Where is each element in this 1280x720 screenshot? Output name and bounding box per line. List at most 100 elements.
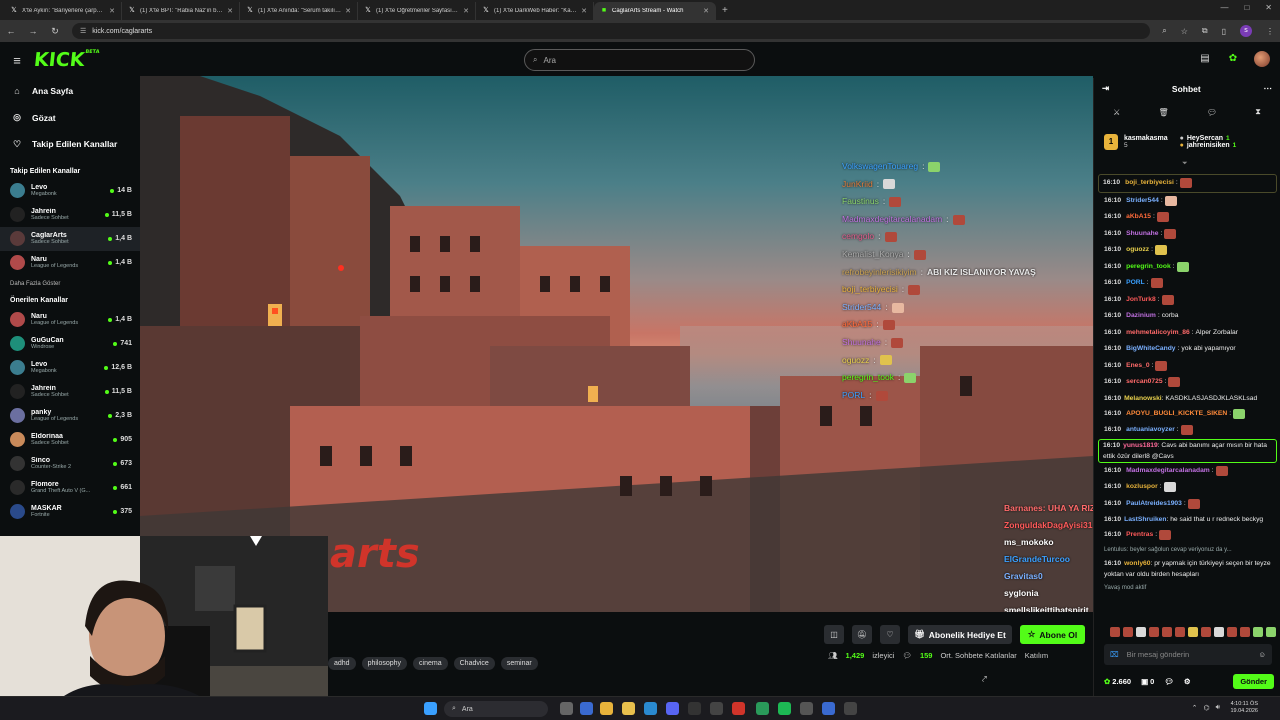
clip-icon[interactable]: ◫ (824, 625, 844, 644)
app-icon-7[interactable] (844, 702, 857, 715)
channel-row[interactable]: Eldorinaa Sadece Sohbet 905 (0, 428, 140, 452)
browser-tab[interactable]: ■ CaglarArts Stream - Watch ✕ (594, 2, 716, 20)
emote-icon[interactable] (1162, 627, 1172, 637)
emote-icon[interactable] (1201, 627, 1211, 637)
channel-row[interactable]: Sinco Counter-Strike 2 673 (0, 452, 140, 476)
message-username[interactable]: Prentras (1126, 527, 1153, 544)
subscribe-button[interactable]: ☆ Abone Ol (1019, 625, 1086, 644)
site-info-icon[interactable]: ☰ (80, 27, 86, 35)
bag-icon[interactable]: ▣ (1141, 677, 1148, 686)
trash-icon[interactable]: 🗑︎ (1159, 108, 1169, 117)
maximize-icon[interactable]: □ (1244, 3, 1249, 12)
chat-input[interactable]: ⌧ Bir mesaj gönderin ☺ (1104, 644, 1272, 665)
chrome-icon[interactable] (600, 702, 613, 715)
stream-tag[interactable]: seminar (500, 657, 538, 670)
scroll-down-icon[interactable]: ⏷ (1182, 160, 1188, 168)
emote-icon[interactable] (1175, 627, 1185, 637)
emote-icon[interactable] (1240, 627, 1250, 637)
browser-tab[interactable]: 𝕏 (1) X'te Öğretmenler Sayfası: "... ✕ (358, 2, 476, 20)
spotify-icon[interactable] (778, 702, 791, 715)
browser-tab[interactable]: 𝕏 (1) X'te Anında: "Serum takılı ol... ✕ (240, 2, 358, 20)
gift-subscription-button[interactable]: 🎁︎ Abonelik Hediye Et (908, 625, 1012, 644)
gifter-entry[interactable]: ● jahreinisiken 1 (1180, 142, 1237, 149)
chat-menu-icon[interactable]: ⋯ (1264, 83, 1273, 94)
stream-tag[interactable]: cinema (413, 657, 448, 670)
app-icon-5[interactable] (800, 702, 813, 715)
tab-close-icon[interactable]: ✕ (109, 7, 115, 15)
taskbar-search[interactable]: ⌕ Ara (444, 701, 548, 717)
channel-row[interactable]: Jahrein Sadece Sohbet 11,5 B (0, 203, 140, 227)
back-icon[interactable]: ← (6, 26, 16, 36)
kick-emote-icon[interactable]: ⌧ (1110, 650, 1119, 659)
tab-close-icon[interactable]: ✕ (227, 7, 233, 15)
message-username[interactable]: Strider544 (1126, 193, 1159, 210)
message-username[interactable]: Melanowski (1124, 395, 1162, 402)
message-username[interactable]: mehmetalicoyim_86 (1126, 325, 1190, 342)
channel-row[interactable]: CaglarArts Sadece Sohbet 1,4 B (0, 226, 140, 251)
sidebar-nav-item[interactable]: ⌂ Ana Sayfa (0, 78, 140, 105)
collapse-chat-icon[interactable]: ⇥ (1102, 83, 1109, 94)
steam-icon[interactable] (710, 702, 723, 715)
channel-row[interactable]: Naru League of Legends 1,4 B (0, 251, 140, 275)
gifter-entry[interactable]: ● HeySercan 1 (1180, 135, 1237, 142)
channel-row[interactable]: Naru League of Legends 1,4 B (0, 308, 140, 332)
tray-arrow-icon[interactable]: ⌃ (1192, 704, 1198, 712)
follow-heart-icon[interactable]: ♡ (880, 625, 900, 644)
message-username[interactable]: peregrin_took (1126, 259, 1171, 276)
app-icon-4[interactable] (756, 702, 769, 715)
message-username[interactable]: BigWhiteCandy (1126, 341, 1175, 358)
send-button[interactable]: Gönder (1233, 673, 1274, 689)
emoji-icon[interactable]: ☺ (1258, 650, 1266, 659)
message-username[interactable]: oguozz (1126, 242, 1149, 259)
channel-row[interactable]: Jahrein Sadece Sohbet 11,5 B (0, 380, 140, 404)
kick-points-icon[interactable]: ✿ (1226, 52, 1240, 66)
chat-bubble-icon[interactable]: 💬︎ (1207, 108, 1217, 117)
emote-icon[interactable] (1149, 627, 1159, 637)
mute-notifications-icon[interactable]: 🔕︎ (852, 625, 872, 644)
tab-close-icon[interactable]: ✕ (703, 7, 709, 15)
emote-icon[interactable] (1214, 627, 1224, 637)
app-icon-2[interactable] (688, 702, 701, 715)
stream-tag[interactable]: Chadvice (453, 657, 495, 670)
emote-icon[interactable] (1227, 627, 1237, 637)
settings-gear-icon[interactable]: ⚙ (1184, 677, 1191, 686)
message-username[interactable]: antuaniavoyzer (1126, 422, 1175, 439)
show-more-link[interactable]: Daha Fazla Göster (0, 275, 140, 291)
stream-tag[interactable]: philosophy (361, 657, 408, 670)
video-player[interactable]: arts VolkswagenTouareg: JunKriid: Faustinu… (140, 76, 1093, 612)
message-username[interactable]: aKbA15 (1126, 209, 1151, 226)
browser-tab[interactable]: 𝕏 (1) X'te BPT: "Rabia Naz'ın baba... ✕ (122, 2, 240, 20)
channel-row[interactable]: panky League of Legends 2,3 B (0, 404, 140, 428)
message-username[interactable]: Enes_0 (1126, 358, 1149, 375)
message-username[interactable]: Madmaxdegitarcalanadam (1126, 463, 1210, 480)
channel-row[interactable]: GuGuCan Windrose 741 (0, 332, 140, 356)
taskbar-clock[interactable]: 4:10:11 ÖS 19.04.2026 (1230, 701, 1258, 715)
sidepanel-icon[interactable]: ▯ (1222, 27, 1226, 36)
emote-icon[interactable] (1110, 627, 1120, 637)
sidebar-nav-item[interactable]: ◎ Gözat (0, 105, 140, 132)
channel-row[interactable]: Flomore Grand Theft Auto V (G... 661 (0, 476, 140, 500)
channel-row[interactable]: Levo Megabonk 12,6 B (0, 356, 140, 380)
channel-row[interactable]: Levo Megabonk 14 B (0, 179, 140, 203)
message-username[interactable]: kozluspor (1126, 479, 1158, 496)
message-username[interactable]: LastShruiken (1124, 516, 1166, 523)
network-icon[interactable]: ⌬ (1203, 704, 1209, 712)
new-tab-button[interactable]: + (716, 2, 734, 20)
message-username[interactable]: Dazinium (1126, 308, 1156, 325)
zoom-icon[interactable]: ⌕ (1162, 26, 1166, 36)
kick-logo[interactable]: KICKBETA (33, 49, 100, 71)
user-avatar[interactable] (1254, 51, 1270, 67)
emote-icon[interactable] (1253, 627, 1263, 637)
sidebar-nav-item[interactable]: ♡ Takip Edilen Kanallar (0, 131, 140, 158)
windows-start-icon[interactable] (424, 702, 437, 715)
sword-icon[interactable]: ⚔ (1113, 108, 1120, 117)
message-username[interactable]: PORL (1126, 275, 1145, 292)
edge-icon[interactable] (644, 702, 657, 715)
forward-icon[interactable]: → (28, 26, 38, 36)
emote-icon[interactable] (1136, 627, 1146, 637)
app-icon-1[interactable] (580, 702, 593, 715)
message-username[interactable]: APOYU_BUGLI_KICKTE_SIKEN (1126, 406, 1227, 423)
message-username[interactable]: wonly60 (1124, 560, 1150, 567)
profile-avatar[interactable]: s (1240, 25, 1252, 37)
hamburger-menu-icon[interactable]: ≡ (0, 53, 34, 68)
